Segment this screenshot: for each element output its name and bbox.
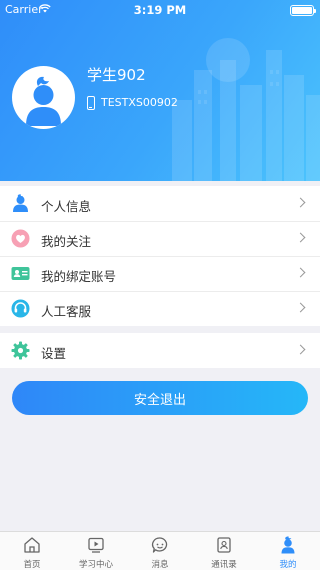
contacts-icon (217, 537, 231, 553)
tab-me[interactable]: 我的 (256, 532, 320, 570)
chevron-right-icon (295, 302, 306, 313)
tab-contacts[interactable]: 通讯录 (192, 532, 256, 570)
menu-item-label: 我的绑定账号 (41, 269, 117, 284)
menu-item-label: 我的关注 (41, 234, 92, 249)
tab-label: 通讯录 (211, 560, 237, 570)
phone-icon (87, 96, 95, 110)
chevron-right-icon (295, 197, 306, 208)
student-avatar-icon (26, 76, 61, 126)
tab-label: 学习中心 (78, 560, 113, 570)
status-bar: Carrier 3:19 PM (0, 0, 320, 20)
headset-icon (11, 299, 30, 318)
menu-item-label: 人工客服 (41, 304, 92, 319)
logout-button[interactable]: 安全退出 (12, 381, 308, 415)
menu-item-label: 个人信息 (41, 199, 92, 214)
chat-icon (152, 537, 168, 553)
profile-icon (281, 536, 295, 554)
tab-label: 我的 (279, 560, 297, 570)
menu-item-my-follows[interactable]: 我的关注 (0, 221, 320, 256)
tab-label: 首页 (23, 560, 41, 570)
menu-item-label: 设置 (41, 346, 67, 361)
home-icon (24, 537, 40, 553)
profile-header: Carrier 3:19 PM 学生902 TESTXS00902 (0, 0, 320, 181)
menu-item-customer-service[interactable]: 人工客服 (0, 291, 320, 326)
menu-item-bound-accounts[interactable]: 我的绑定账号 (0, 256, 320, 291)
profile-menu: 个人信息 我的关注 我的绑定账号 人工客服 (0, 186, 320, 326)
id-card-icon (11, 267, 30, 280)
chevron-right-icon (295, 344, 306, 355)
tab-learning-center[interactable]: 学习中心 (64, 532, 128, 570)
tab-messages[interactable]: 消息 (128, 532, 192, 570)
menu-item-settings[interactable]: 设置 (0, 333, 320, 368)
bottom-tab-bar: 首页 学习中心 消息 通讯录 我的 (0, 531, 320, 570)
person-icon (13, 194, 28, 212)
heart-icon (11, 229, 30, 248)
gear-icon (11, 341, 30, 360)
video-icon (88, 537, 104, 553)
battery-icon (290, 5, 316, 16)
account-id: TESTXS00902 (101, 96, 178, 109)
clock: 3:19 PM (133, 3, 187, 17)
city-skyline-illustration (172, 38, 320, 181)
tab-label: 消息 (151, 560, 169, 570)
avatar[interactable] (12, 66, 75, 129)
tab-home[interactable]: 首页 (0, 532, 64, 570)
user-name: 学生902 (87, 66, 146, 84)
chevron-right-icon (295, 267, 306, 278)
chevron-right-icon (295, 232, 306, 243)
menu-item-personal-info[interactable]: 个人信息 (0, 186, 320, 221)
